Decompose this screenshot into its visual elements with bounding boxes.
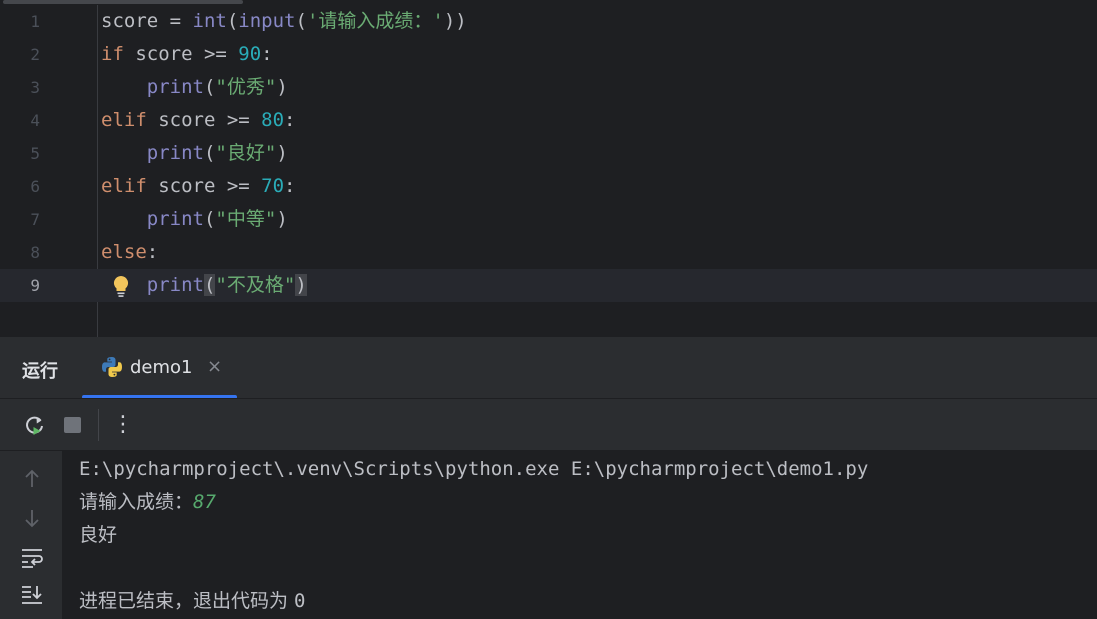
- stop-icon[interactable]: [60, 412, 86, 438]
- code-line[interactable]: 3 print("优秀"): [0, 71, 1097, 104]
- code-token: :: [284, 175, 296, 197]
- code-line[interactable]: 8 else:: [0, 236, 1097, 269]
- line-number: 4: [30, 111, 40, 130]
- console-result-line: 良好: [79, 524, 118, 546]
- code-token: score >=: [146, 175, 262, 197]
- tab-demo1[interactable]: demo1 ×: [82, 337, 237, 399]
- code-line[interactable]: 9 print("不及格"): [0, 269, 1097, 302]
- code-text: elif score >= 80:: [101, 104, 296, 137]
- code-token: elif: [101, 109, 147, 131]
- code-token: (: [203, 208, 216, 230]
- console-exit-message: 进程已结束，退出代码为: [79, 590, 295, 612]
- code-token: ): [295, 274, 307, 296]
- console-exit-line: 进程已结束，退出代码为 0: [79, 585, 306, 618]
- editor-horizontal-scrollbar[interactable]: [3, 0, 243, 4]
- code-text: print("中等"): [101, 203, 288, 236]
- code-token: (: [295, 10, 307, 32]
- console-command-line: E:\pycharmproject\.venv\Scripts\python.e…: [79, 458, 869, 480]
- code-token: int: [192, 10, 227, 32]
- code-token: if: [101, 43, 124, 65]
- code-token: print: [146, 142, 204, 164]
- code-text: score = int(input('请输入成绩：')): [101, 5, 467, 38]
- code-token: ): [276, 208, 288, 230]
- console-exit-code: 0: [294, 590, 306, 612]
- soft-wrap-icon[interactable]: [19, 544, 45, 570]
- code-text: print("不及格"): [101, 269, 307, 302]
- code-token: print: [146, 274, 204, 296]
- code-token: :: [146, 241, 159, 263]
- line-number: 2: [30, 45, 40, 64]
- code-token: score >=: [146, 109, 262, 131]
- code-line[interactable]: 2 if score >= 90:: [0, 38, 1097, 71]
- line-number: 7: [30, 210, 40, 229]
- code-token: (: [226, 10, 239, 32]
- code-text: elif score >= 70:: [101, 170, 296, 203]
- tab-label: demo1: [130, 357, 193, 378]
- run-toolbar: ⋮: [0, 399, 1097, 451]
- rerun-icon[interactable]: [22, 412, 48, 438]
- code-token: "中等": [215, 208, 277, 230]
- code-token: :: [284, 109, 296, 131]
- line-number: 9: [30, 276, 40, 295]
- more-actions-icon[interactable]: ⋮: [112, 412, 134, 438]
- code-line[interactable]: 5 print("良好"): [0, 137, 1097, 170]
- console-output[interactable]: E:\pycharmproject\.venv\Scripts\python.e…: [62, 451, 1097, 619]
- python-icon: [101, 356, 123, 382]
- code-editor[interactable]: 1 score = int(input('请输入成绩：')) 2 if score >…: [0, 0, 1097, 337]
- code-token: print: [146, 76, 204, 98]
- code-token: "不及格": [215, 274, 296, 296]
- code-token: "优秀": [215, 76, 277, 98]
- console-user-input: 87: [193, 491, 216, 513]
- code-token: 80: [261, 109, 285, 131]
- code-text: print("良好"): [101, 137, 288, 170]
- code-token: :: [261, 43, 273, 65]
- code-token: '请输入成绩：': [306, 10, 444, 32]
- line-number: 8: [30, 243, 40, 262]
- code-token: )): [443, 10, 467, 32]
- line-number: 5: [30, 144, 40, 163]
- scroll-up-icon[interactable]: [19, 466, 45, 492]
- code-token: else: [101, 241, 147, 263]
- console-prompt: 请输入成绩：: [79, 491, 194, 513]
- code-token: (: [203, 76, 216, 98]
- line-number: 1: [30, 12, 40, 31]
- code-token: input: [238, 10, 296, 32]
- code-text: print("优秀"): [101, 71, 288, 104]
- scroll-down-icon[interactable]: [19, 505, 45, 531]
- line-number: 3: [30, 78, 40, 97]
- code-text: if score >= 90:: [101, 38, 273, 71]
- code-text: else:: [101, 236, 158, 269]
- code-token: "良好": [215, 142, 277, 164]
- code-line[interactable]: 6 elif score >= 70:: [0, 170, 1097, 203]
- code-token: score =: [101, 10, 193, 32]
- code-line[interactable]: 4 elif score >= 80:: [0, 104, 1097, 137]
- code-token: print: [146, 208, 204, 230]
- code-token: ): [276, 142, 288, 164]
- code-token: score >=: [123, 43, 239, 65]
- run-panel-title: 运行: [22, 361, 58, 382]
- toolbar-separator: [98, 409, 99, 441]
- code-token: (: [203, 142, 216, 164]
- scroll-to-end-icon[interactable]: [19, 582, 45, 608]
- code-line[interactable]: 7 print("中等"): [0, 203, 1097, 236]
- code-token: ): [276, 76, 288, 98]
- code-token: (: [203, 274, 216, 296]
- console-prompt-line: 请输入成绩：87: [79, 486, 216, 519]
- close-tab-icon[interactable]: ×: [207, 356, 222, 377]
- code-line[interactable]: 1 score = int(input('请输入成绩：')): [0, 5, 1097, 38]
- console-side-toolbar: [0, 451, 62, 619]
- code-token: elif: [101, 175, 147, 197]
- line-number: 6: [30, 177, 40, 196]
- code-token: 70: [261, 175, 285, 197]
- run-tool-window-header: 运行 demo1 ×: [0, 337, 1097, 399]
- code-token: 90: [238, 43, 262, 65]
